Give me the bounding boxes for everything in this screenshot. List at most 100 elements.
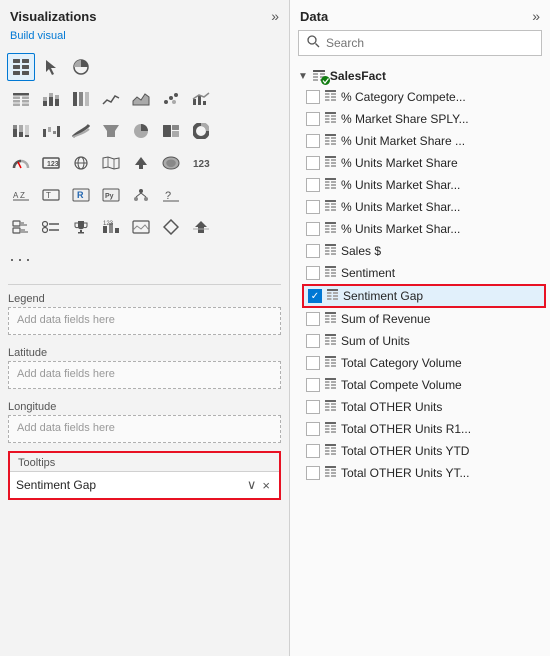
tree-item-checkbox[interactable] (306, 378, 320, 392)
tree-item-checkbox[interactable] (306, 222, 320, 236)
tree-item-checkbox[interactable]: ✓ (308, 289, 322, 303)
viz-icon-diamond[interactable] (157, 213, 185, 241)
tree-item-checkbox[interactable] (306, 356, 320, 370)
viz-icon-globe[interactable] (67, 149, 95, 177)
viz-icon-card[interactable]: 123 (37, 149, 65, 177)
viz-icon-qa[interactable]: ? (157, 181, 185, 209)
tree-item-checkbox[interactable] (306, 466, 320, 480)
tree-item-label: % Units Market Share (341, 156, 458, 170)
viz-icon-line[interactable] (97, 85, 125, 113)
tree-item[interactable]: % Units Market Share (302, 152, 546, 174)
viz-icon-bar-stacked[interactable] (37, 85, 65, 113)
tree-item-checkbox[interactable] (306, 90, 320, 104)
tree-parent-salesfact[interactable]: ▼ Sa (294, 66, 546, 86)
tree-item[interactable]: Total OTHER Units YT... (302, 462, 546, 484)
tree-item-checkbox[interactable] (306, 156, 320, 170)
viz-icon-donut[interactable] (187, 117, 215, 145)
tree-item-checkbox[interactable] (306, 422, 320, 436)
viz-icon-analytics[interactable] (67, 53, 95, 81)
viz-icon-bar-100[interactable] (67, 85, 95, 113)
viz-icon-123[interactable]: 123 (187, 149, 215, 177)
longitude-placeholder: Add data fields here (17, 422, 115, 434)
viz-icon-ribbon[interactable] (67, 117, 95, 145)
viz-icon-bar-combo2[interactable]: 123 (97, 213, 125, 241)
tree-item-icon (324, 465, 337, 481)
viz-icon-py[interactable]: Py (97, 181, 125, 209)
build-visual-link[interactable]: Build visual (0, 28, 289, 48)
tree-item-label: Total OTHER Units YTD (341, 444, 469, 458)
tree-item[interactable]: Sentiment (302, 262, 546, 284)
tree-item[interactable]: % Unit Market Share ... (302, 130, 546, 152)
tree-item[interactable]: Total Compete Volume (302, 374, 546, 396)
longitude-drop-area[interactable]: Add data fields here (8, 415, 281, 443)
tree-item-checkbox[interactable] (306, 334, 320, 348)
viz-icon-az[interactable]: A Z (7, 181, 35, 209)
tree-item-checkbox[interactable] (306, 178, 320, 192)
viz-icon-scatter[interactable] (157, 85, 185, 113)
viz-icon-bar-100h[interactable] (7, 117, 35, 145)
viz-icon-combo[interactable] (187, 85, 215, 113)
viz-icon-decomp[interactable] (127, 181, 155, 209)
viz-icon-more-visuals[interactable] (7, 213, 35, 241)
tree-item-checkbox[interactable] (306, 112, 320, 126)
latitude-drop-area[interactable]: Add data fields here (8, 361, 281, 389)
tree-item-checkbox[interactable] (306, 134, 320, 148)
tooltip-close-button[interactable]: × (259, 478, 273, 493)
tree-item-checkbox[interactable] (306, 312, 320, 326)
data-panel-collapse-button[interactable]: » (532, 8, 540, 24)
viz-icon-waterfall[interactable] (37, 117, 65, 145)
tree-item[interactable]: % Units Market Shar... (302, 196, 546, 218)
tree-item[interactable]: Total OTHER Units R1... (302, 418, 546, 440)
viz-icon-arrow-up[interactable] (127, 149, 155, 177)
viz-icon-gauge[interactable] (7, 149, 35, 177)
viz-icon-image[interactable] (127, 213, 155, 241)
tooltip-chevron-button[interactable]: ∨ (244, 477, 260, 493)
viz-icon-r[interactable]: R (67, 181, 95, 209)
left-panel-header: Visualizations » (0, 0, 289, 28)
tree-item[interactable]: Total OTHER Units YTD (302, 440, 546, 462)
viz-icon-map-filled[interactable] (97, 149, 125, 177)
tree-item[interactable]: Sum of Units (302, 330, 546, 352)
viz-icon-table[interactable] (7, 85, 35, 113)
viz-icon-textbox[interactable]: T (37, 181, 65, 209)
viz-icon-filled-map[interactable] (157, 149, 185, 177)
tree-item[interactable]: ✓ Sentiment Gap (302, 284, 546, 308)
tree-item-label: % Market Share SPLY... (341, 112, 469, 126)
viz-icon-funnel[interactable] (97, 117, 125, 145)
viz-icon-grid[interactable] (7, 53, 35, 81)
viz-panel-collapse-button[interactable]: » (271, 8, 279, 24)
search-input[interactable] (326, 36, 533, 50)
legend-drop-area[interactable]: Add data fields here (8, 307, 281, 335)
tree-item[interactable]: % Units Market Shar... (302, 218, 546, 240)
viz-icon-pie[interactable] (127, 117, 155, 145)
tree-item-icon (324, 355, 337, 371)
tree-item-icon (324, 243, 337, 259)
viz-icon-arrows[interactable] (187, 213, 215, 241)
viz-icon-area[interactable] (127, 85, 155, 113)
viz-icon-bullet[interactable] (37, 213, 65, 241)
tree-item-icon (324, 221, 337, 237)
tree-item-checkbox[interactable] (306, 266, 320, 280)
tree-item-checkbox[interactable] (306, 400, 320, 414)
search-box (298, 30, 542, 56)
viz-row-more: ··· (6, 244, 283, 274)
viz-icon-treemap[interactable] (157, 117, 185, 145)
viz-icon-dots[interactable]: ··· (7, 245, 35, 273)
tree-item-icon (324, 333, 337, 349)
tree-item[interactable]: % Units Market Shar... (302, 174, 546, 196)
tree-item-checkbox[interactable] (306, 444, 320, 458)
tooltips-label: Tooltips (10, 453, 279, 471)
viz-icon-cursor[interactable] (37, 53, 65, 81)
tree-item-icon (324, 377, 337, 393)
tree-item-checkbox[interactable] (306, 244, 320, 258)
tree-item[interactable]: Sum of Revenue (302, 308, 546, 330)
tree-item[interactable]: Total OTHER Units (302, 396, 546, 418)
viz-icon-trophy[interactable] (67, 213, 95, 241)
tree-item[interactable]: % Market Share SPLY... (302, 108, 546, 130)
tree-item[interactable]: % Category Compete... (302, 86, 546, 108)
tree-item-checkbox[interactable] (306, 200, 320, 214)
salesfact-label: SalesFact (330, 69, 386, 83)
latitude-placeholder: Add data fields here (17, 368, 115, 380)
tree-item[interactable]: Total Category Volume (302, 352, 546, 374)
tree-item[interactable]: Sales $ (302, 240, 546, 262)
